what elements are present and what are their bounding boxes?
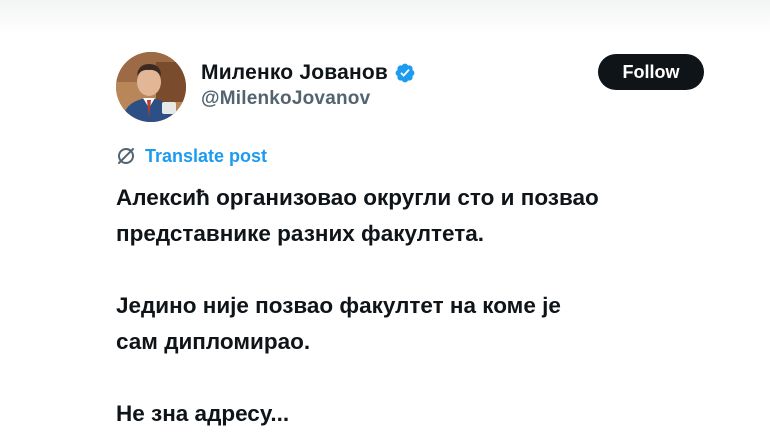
translate-icon bbox=[116, 146, 136, 166]
avatar-photo bbox=[116, 52, 186, 122]
translate-post-row[interactable]: Translate post bbox=[116, 144, 716, 168]
verified-badge-icon[interactable] bbox=[394, 62, 416, 84]
name-row: Миленко Јованов bbox=[201, 58, 416, 88]
tweet-text: Алексић организовао округли сто и позвао… bbox=[116, 180, 726, 432]
cropped-top-area bbox=[0, 0, 770, 34]
tweet-paragraph: Алексић организовао округли сто и позвао… bbox=[116, 180, 726, 252]
tweet-paragraph: Не зна адресу... bbox=[116, 396, 726, 432]
display-name[interactable]: Миленко Јованов bbox=[201, 61, 388, 85]
tweet-line: представнике разних факултета. bbox=[116, 221, 485, 246]
author-names: Миленко Јованов @MilenkoJovanov bbox=[201, 58, 416, 110]
tweet-paragraph: Једино није позвао факултет на коме је с… bbox=[116, 288, 726, 360]
tweet-header: Миленко Јованов @MilenkoJovanov Follow bbox=[116, 48, 716, 124]
tweet-card: Миленко Јованов @MilenkoJovanov Follow T… bbox=[116, 48, 716, 432]
avatar[interactable] bbox=[116, 52, 186, 122]
translate-post-link[interactable]: Translate post bbox=[145, 146, 267, 167]
follow-button[interactable]: Follow bbox=[598, 54, 704, 90]
tweet-line: Не зна адресу... bbox=[116, 401, 290, 426]
tweet-line: Алексић организовао округли сто и позвао bbox=[116, 185, 599, 210]
tweet-line: сам дипломирао. bbox=[116, 329, 311, 354]
author-handle[interactable]: @MilenkoJovanov bbox=[201, 88, 416, 110]
tweet-line: Једино није позвао факултет на коме је bbox=[116, 293, 561, 318]
